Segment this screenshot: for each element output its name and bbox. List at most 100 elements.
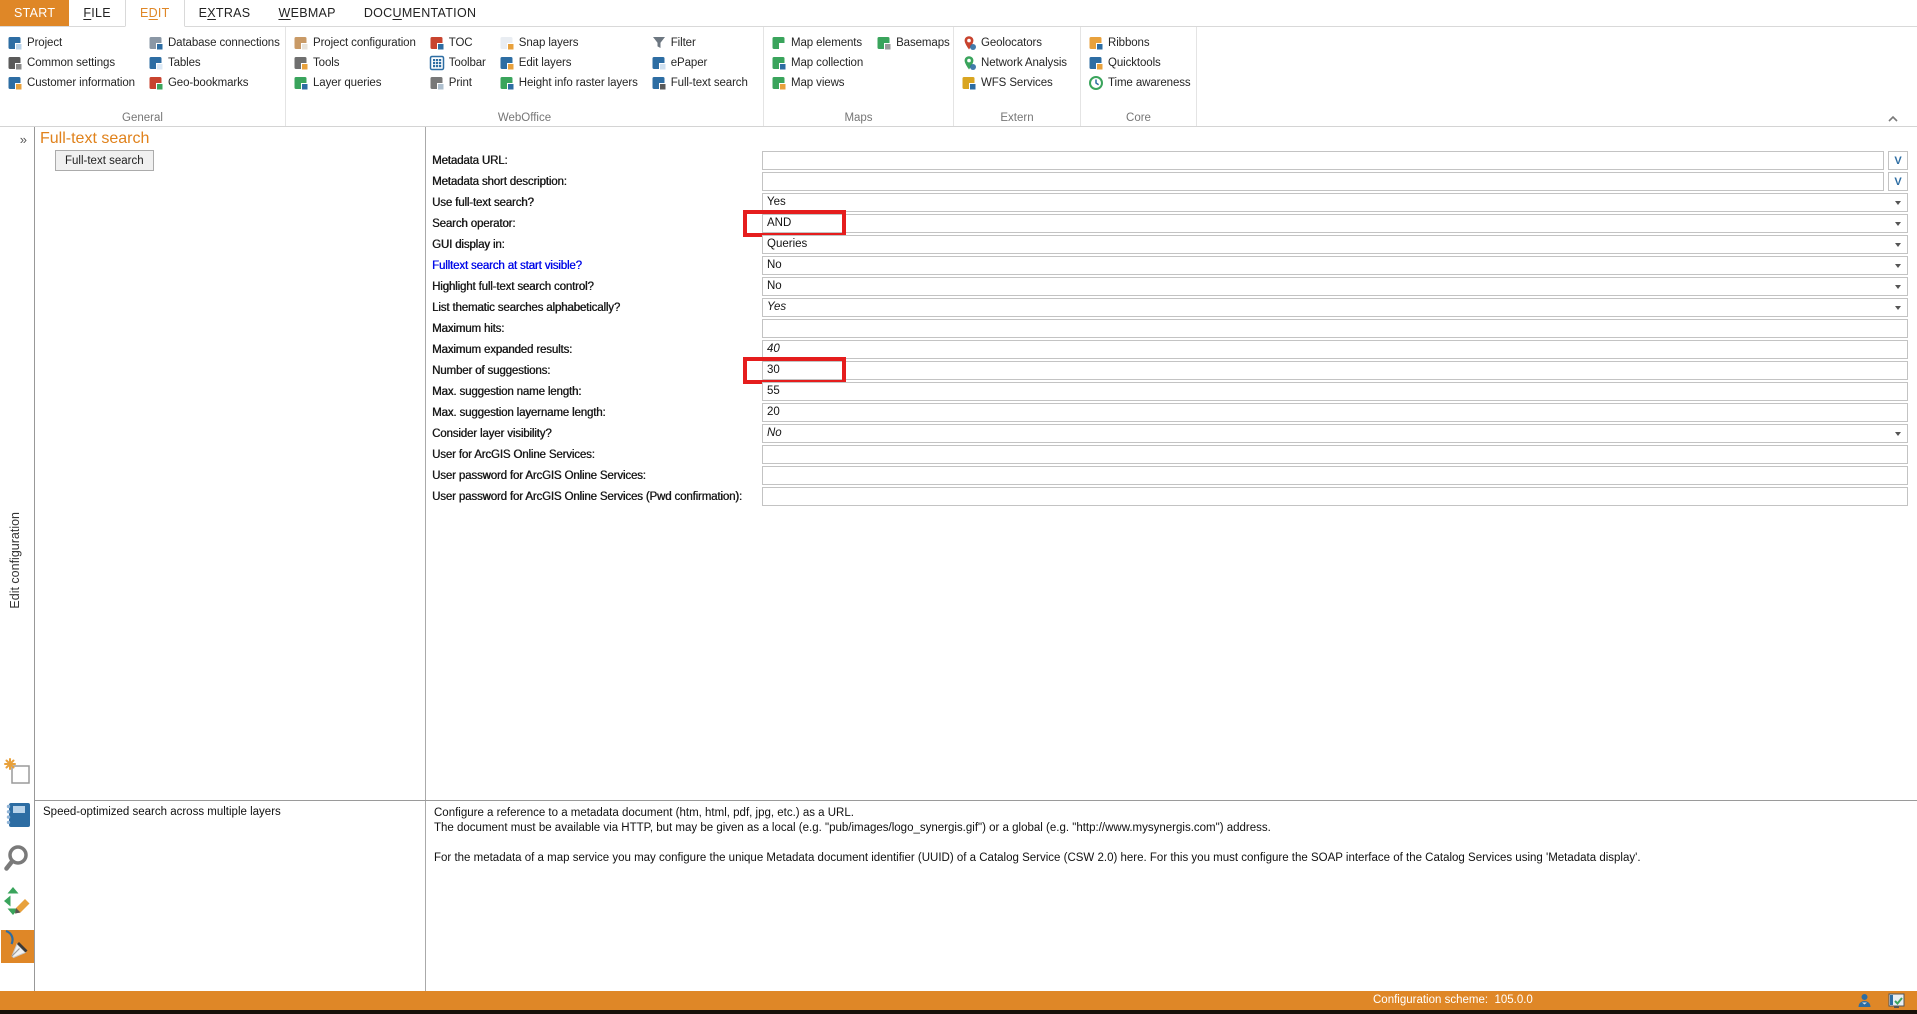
field-list-thematic-searches-alphabetically[interactable]: Yes xyxy=(762,298,1908,317)
ribbon-item-map-views[interactable]: Map views xyxy=(764,73,869,93)
field-number-of-suggestions[interactable]: 30 xyxy=(762,361,1908,380)
ribbon-item-snap-layers[interactable]: Snap layers xyxy=(492,33,644,53)
ribbon-item-label: Full-text search xyxy=(671,77,748,89)
tab-edit[interactable]: EDIT xyxy=(125,0,185,27)
field-maximum-expanded-results[interactable]: 40 xyxy=(762,340,1908,359)
variable-picker-button[interactable]: V xyxy=(1888,172,1908,191)
ribbon-item-map-elements[interactable]: Map elements xyxy=(764,33,869,53)
sidebar-tool-project-notebook[interactable] xyxy=(1,801,34,834)
field-consider-layer-visibility[interactable]: No xyxy=(762,424,1908,443)
ribbon-item-toolbar[interactable]: Toolbar xyxy=(422,53,492,73)
ribbon-item-label: Snap layers xyxy=(519,37,579,49)
field-value: No xyxy=(767,280,782,292)
field-user-password-for-arcgis-online-services-pwd-confirmation[interactable] xyxy=(762,487,1908,506)
ribbon-item-toc[interactable]: TOC xyxy=(422,33,492,53)
form-label-gui-display-in: GUI display in: xyxy=(432,235,505,256)
dropdown-arrow-icon[interactable] xyxy=(1895,201,1901,205)
form-label-use-full-text-search: Use full-text search? xyxy=(432,193,534,214)
ribbon-item-edit-layers[interactable]: Edit layers xyxy=(492,53,644,73)
sidebar-expand-chevron[interactable]: » xyxy=(20,132,27,147)
ribbon-item-common-settings[interactable]: Common settings xyxy=(0,53,141,73)
ribbon-item-network-analysis[interactable]: Network Analysis xyxy=(954,53,1073,73)
dropdown-arrow-icon[interactable] xyxy=(1895,285,1901,289)
field-maximum-hits[interactable] xyxy=(762,319,1908,338)
ribbon-item-wfs-services[interactable]: WFS Services xyxy=(954,73,1073,93)
field-metadata-url[interactable] xyxy=(762,151,1884,170)
user-icon[interactable] xyxy=(1856,992,1873,1009)
left-sidebar: » Edit configuration xyxy=(0,127,35,991)
field-highlight-full-text-search-control[interactable]: No xyxy=(762,277,1908,296)
toc-icon xyxy=(429,35,445,51)
field-search-operator[interactable]: AND xyxy=(762,214,1908,233)
ribbon-item-tables[interactable]: Tables xyxy=(141,53,286,73)
field-fulltext-search-at-start-visible[interactable]: No xyxy=(762,256,1908,275)
variable-picker-button[interactable]: V xyxy=(1888,151,1908,170)
sidebar-tool-search[interactable] xyxy=(1,844,34,877)
edit-layers-icon xyxy=(499,55,515,71)
filter-icon xyxy=(651,35,667,51)
ribbon-item-map-collection[interactable]: Map collection xyxy=(764,53,869,73)
field-metadata-short-description[interactable] xyxy=(762,172,1884,191)
ribbons-icon xyxy=(1088,35,1104,51)
field-value: AND xyxy=(767,217,791,229)
form-label-number-of-suggestions: Number of suggestions: xyxy=(432,361,550,382)
field-value: 20 xyxy=(767,406,780,418)
dropdown-arrow-icon[interactable] xyxy=(1895,222,1901,226)
ribbon-item-customer-information[interactable]: Customer information xyxy=(0,73,141,93)
field-user-password-for-arcgis-online-services[interactable] xyxy=(762,466,1908,485)
map-elements-icon xyxy=(771,35,787,51)
form-label-highlight-full-text-search-control: Highlight full-text search control? xyxy=(432,277,594,298)
ribbon-item-layer-queries[interactable]: Layer queries xyxy=(286,73,422,93)
field-user-for-arcgis-online-services[interactable] xyxy=(762,445,1908,464)
sidebar-tool-move-edit[interactable] xyxy=(1,887,34,920)
wfs-services-icon xyxy=(961,75,977,91)
ribbon-item-tools[interactable]: Tools xyxy=(286,53,422,73)
ribbon-item-time-awareness[interactable]: Time awareness xyxy=(1081,73,1197,93)
tab-file[interactable]: FILE xyxy=(69,0,125,26)
field-gui-display-in[interactable]: Queries xyxy=(762,235,1908,254)
ribbon-tab-bar: STARTFILEEDITEXTRASWEBMAPDOCUMENTATION xyxy=(0,0,1917,27)
ribbon-item-basemaps[interactable]: Basemaps xyxy=(869,33,954,53)
full-text-search-tab-button[interactable]: Full-text search xyxy=(55,150,154,171)
tab-extras[interactable]: EXTRAS xyxy=(185,0,265,26)
ribbon-item-filter[interactable]: Filter xyxy=(644,33,754,53)
dropdown-arrow-icon[interactable] xyxy=(1895,264,1901,268)
ribbon-item-geolocators[interactable]: Geolocators xyxy=(954,33,1073,53)
ribbon-item-label: Network Analysis xyxy=(981,57,1067,69)
tab-documentation[interactable]: DOCUMENTATION xyxy=(350,0,490,26)
tab-start[interactable]: START xyxy=(0,0,69,26)
field-max-suggestion-layername-length[interactable]: 20 xyxy=(762,403,1908,422)
geo-bookmarks-icon xyxy=(148,75,164,91)
ribbon-item-project-configuration[interactable]: Project configuration xyxy=(286,33,422,53)
field-value: No xyxy=(767,427,782,439)
ribbon-item-full-text-search[interactable]: Full-text search xyxy=(644,73,754,93)
form-label-consider-layer-visibility: Consider layer visibility? xyxy=(432,424,551,445)
status-label: Configuration scheme: xyxy=(1373,994,1488,1006)
dropdown-arrow-icon[interactable] xyxy=(1895,243,1901,247)
help-panel-divider xyxy=(35,800,1917,801)
field-max-suggestion-name-length[interactable]: 55 xyxy=(762,382,1908,401)
ribbon-item-geo-bookmarks[interactable]: Geo-bookmarks xyxy=(141,73,286,93)
sidebar-tool-new-config[interactable] xyxy=(1,758,34,791)
height-info-raster-layers-icon xyxy=(499,75,515,91)
ribbon-item-ribbons[interactable]: Ribbons xyxy=(1081,33,1197,53)
field-use-full-text-search[interactable]: Yes xyxy=(762,193,1908,212)
monitor-icon[interactable] xyxy=(1888,992,1905,1009)
help-line xyxy=(434,836,1897,851)
ribbon-collapse-button[interactable] xyxy=(1887,111,1899,121)
ribbon-item-label: Geolocators xyxy=(981,37,1042,49)
form-label-list-thematic-searches-alphabetically: List thematic searches alphabetically? xyxy=(432,298,620,319)
ribbon-item-database-connections[interactable]: Database connections xyxy=(141,33,286,53)
ribbon-item-print[interactable]: Print xyxy=(422,73,492,93)
ribbon-item-height-info-raster-layers[interactable]: Height info raster layers xyxy=(492,73,644,93)
tab-webmap[interactable]: WEBMAP xyxy=(264,0,349,26)
dropdown-arrow-icon[interactable] xyxy=(1895,306,1901,310)
help-line: The document must be available via HTTP,… xyxy=(434,821,1897,836)
ribbon-item-epaper[interactable]: ePaper xyxy=(644,53,754,73)
dropdown-arrow-icon[interactable] xyxy=(1895,432,1901,436)
ribbon-item-project[interactable]: Project xyxy=(0,33,141,53)
ribbon-item-quicktools[interactable]: Quicktools xyxy=(1081,53,1197,73)
sidebar-tool-edit-pen[interactable] xyxy=(1,930,34,963)
field-value: Queries xyxy=(767,238,807,250)
customer-information-icon xyxy=(7,75,23,91)
